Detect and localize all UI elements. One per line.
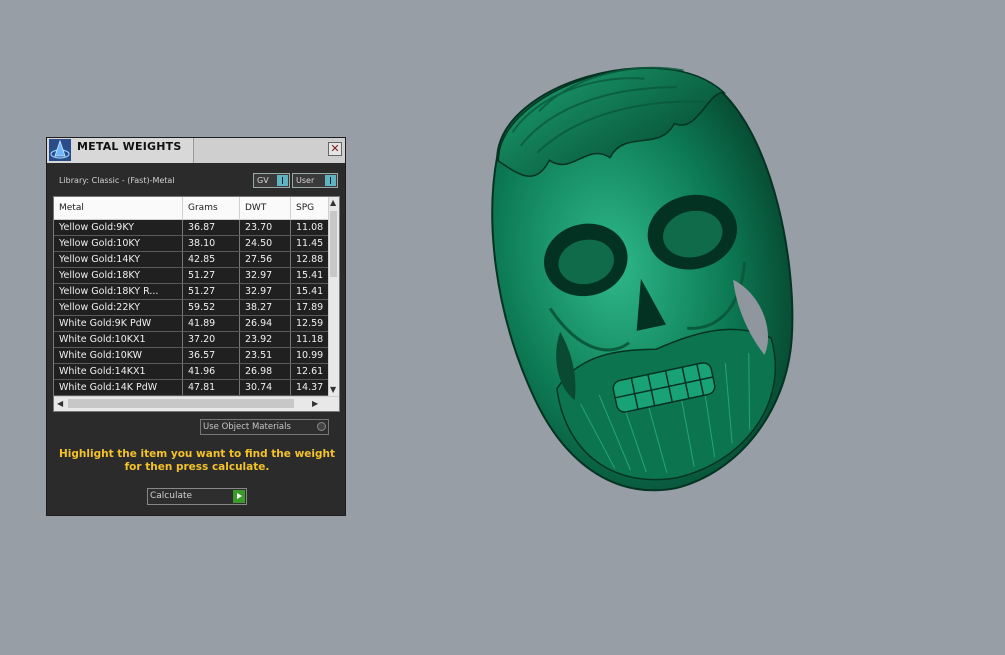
metal-table: Metal Grams DWT SPG Yellow Gold:9KY 36.87… [53,196,340,412]
cell-grams: 36.87 [183,220,240,235]
cell-spg: 14.37 [296,382,324,393]
scroll-up-icon[interactable]: ▲ [330,198,336,208]
cell-spg: 12.88 [296,254,324,265]
cell-metal: White Gold:14K PdW [54,380,183,395]
cell-spg: 11.08 [296,222,324,233]
cell-metal: Yellow Gold:10KY [54,236,183,251]
instruction-text: Highlight the item you want to find the … [59,448,335,473]
table-header: Metal Grams DWT SPG [54,197,339,220]
cell-spg: 15.41 [296,270,324,281]
cell-metal: Yellow Gold:18KY R... [54,284,183,299]
user-toggle[interactable]: User [292,173,338,188]
cell-dwt: 32.97 [240,284,291,299]
table-row[interactable]: Yellow Gold:22KY 59.52 38.27 17.89 [54,300,331,316]
column-header-metal[interactable]: Metal [54,197,183,219]
horizontal-scroll-thumb[interactable] [68,399,294,408]
column-header-dwt[interactable]: DWT [240,197,291,219]
cell-grams: 37.20 [183,332,240,347]
cell-grams: 47.81 [183,380,240,395]
app-logo-icon [49,139,71,161]
cell-dwt: 38.27 [240,300,291,315]
title-tab: METAL WEIGHTS [47,138,194,163]
cell-metal: White Gold:10KX1 [54,332,183,347]
cell-dwt: 27.56 [240,252,291,267]
cell-dwt: 26.94 [240,316,291,331]
cell-grams: 36.57 [183,348,240,363]
vertical-scrollbar[interactable]: ▲ ▼ [328,197,339,397]
cell-grams: 59.52 [183,300,240,315]
cell-grams: 41.96 [183,364,240,379]
calculate-button[interactable]: Calculate [147,488,247,505]
cell-metal: White Gold:14KX1 [54,364,183,379]
cell-spg: 12.59 [296,318,324,329]
column-header-grams[interactable]: Grams [183,197,240,219]
cell-dwt: 23.70 [240,220,291,235]
close-button[interactable]: ✕ [328,142,342,156]
table-row[interactable]: Yellow Gold:18KY 51.27 32.97 15.41 [54,268,331,284]
table-row[interactable]: Yellow Gold:10KY 38.10 24.50 11.45 [54,236,331,252]
cell-metal: Yellow Gold:18KY [54,268,183,283]
table-row[interactable]: White Gold:10KX1 37.20 23.92 11.18 [54,332,331,348]
scroll-down-icon[interactable]: ▼ [330,385,336,395]
user-toggle-label: User [296,176,315,185]
table-row[interactable]: Yellow Gold:14KY 42.85 27.56 12.88 [54,252,331,268]
cell-spg: 11.45 [296,238,324,249]
cell-dwt: 30.74 [240,380,291,395]
table-row[interactable]: White Gold:9K PdW 41.89 26.94 12.59 [54,316,331,332]
cell-spg: 17.89 [296,302,324,313]
cell-spg: 15.41 [296,286,324,297]
cell-spg: 12.61 [296,366,324,377]
panel-title: METAL WEIGHTS [77,140,182,153]
table-body: Yellow Gold:9KY 36.87 23.70 11.08 Yellow Gol… [54,220,331,396]
toggle-switch-icon [277,175,288,186]
toggle-switch-icon [325,175,336,186]
column-header-spg[interactable]: SPG [291,197,331,219]
panel-titlebar[interactable]: METAL WEIGHTS ✕ [47,138,345,163]
table-row[interactable]: Yellow Gold:18KY R... 51.27 32.97 15.41 [54,284,331,300]
use-object-materials-label: Use Object Materials [203,422,291,432]
cell-dwt: 23.92 [240,332,291,347]
cell-grams: 51.27 [183,268,240,283]
table-row[interactable]: Yellow Gold:9KY 36.87 23.70 11.08 [54,220,331,236]
cell-grams: 42.85 [183,252,240,267]
cell-spg: 10.99 [296,350,324,361]
cell-spg: 11.18 [296,334,324,345]
calculate-label: Calculate [150,491,193,501]
scroll-left-icon[interactable]: ◀ [57,399,63,409]
vertical-scroll-thumb[interactable] [330,211,337,277]
skull-ring-model[interactable] [455,40,815,510]
use-object-materials-toggle[interactable]: Use Object Materials [200,419,329,435]
cell-metal: White Gold:10KW [54,348,183,363]
gv-toggle[interactable]: GV [253,173,290,188]
cell-metal: White Gold:9K PdW [54,316,183,331]
radio-indicator-icon [317,422,326,431]
cell-metal: Yellow Gold:22KY [54,300,183,315]
cell-grams: 41.89 [183,316,240,331]
cell-grams: 51.27 [183,284,240,299]
table-row[interactable]: White Gold:14K PdW 47.81 30.74 14.37 [54,380,331,396]
play-arrow-icon [233,490,245,503]
cell-dwt: 32.97 [240,268,291,283]
scroll-right-icon[interactable]: ▶ [312,399,318,409]
cell-dwt: 26.98 [240,364,291,379]
library-label: Library: Classic - (Fast)-Metal [59,176,175,185]
cell-metal: Yellow Gold:14KY [54,252,183,267]
table-row[interactable]: White Gold:10KW 36.57 23.51 10.99 [54,348,331,364]
cell-grams: 38.10 [183,236,240,251]
gv-toggle-label: GV [257,176,269,185]
cell-metal: Yellow Gold:9KY [54,220,183,235]
cell-dwt: 24.50 [240,236,291,251]
metal-weights-panel: METAL WEIGHTS ✕ Library: Classic - (Fast… [46,137,346,516]
cell-dwt: 23.51 [240,348,291,363]
table-row[interactable]: White Gold:14KX1 41.96 26.98 12.61 [54,364,331,380]
horizontal-scrollbar[interactable]: ◀ ▶ [54,396,339,411]
